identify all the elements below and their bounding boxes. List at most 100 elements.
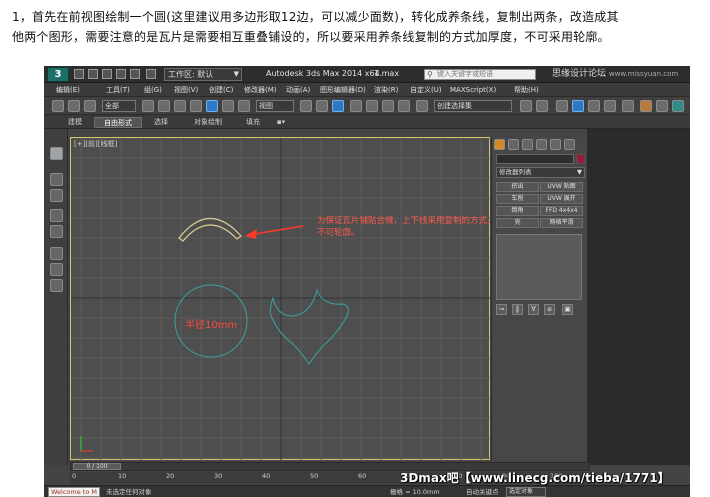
snap-toggle-icon[interactable] <box>350 100 362 112</box>
right-dark-area <box>587 129 690 465</box>
named-selection-select[interactable]: 创建选择集 <box>434 100 512 112</box>
motion-tab-icon[interactable] <box>536 139 547 150</box>
edit-named-selection-icon[interactable] <box>416 100 428 112</box>
menu-rendering[interactable]: 渲染(R) <box>374 84 398 96</box>
scene-explorer-icon[interactable] <box>50 263 63 276</box>
search-placeholder: 键入关键字或短语 <box>437 70 493 78</box>
region-select-icon[interactable] <box>174 100 186 112</box>
pivot-center-icon[interactable] <box>300 100 312 112</box>
object-color-swatch[interactable] <box>576 154 585 164</box>
schematic-view-icon[interactable] <box>604 100 616 112</box>
ribbon-options-icon[interactable]: ▪▾ <box>274 117 288 128</box>
workspace-select[interactable]: 工作区: 默认 ▼ <box>164 68 242 81</box>
tab-modeling[interactable]: 建模 <box>64 117 86 128</box>
menu-edit[interactable]: 编辑(E) <box>56 84 80 96</box>
select-move-icon[interactable] <box>206 100 218 112</box>
material-editor-icon[interactable] <box>622 100 634 112</box>
open-file-icon[interactable] <box>88 69 98 79</box>
ffd-button[interactable]: FFD 4x4x4 <box>540 206 583 216</box>
align-icon[interactable] <box>536 100 548 112</box>
keyboard-shortcut-icon[interactable] <box>332 100 344 112</box>
select-scale-icon[interactable] <box>238 100 250 112</box>
menu-graph-editors[interactable]: 图形编辑器(D) <box>320 84 366 96</box>
bind-space-warp-icon[interactable] <box>84 100 96 112</box>
layer-explorer-icon[interactable] <box>50 247 63 260</box>
select-object-icon[interactable] <box>142 100 154 112</box>
auto-key-label[interactable]: 自动关键点 <box>466 487 499 497</box>
uvw-unwrap-button[interactable]: UVW 展开 <box>540 194 583 204</box>
modify-tab-icon[interactable] <box>508 139 519 150</box>
tab-object-paint[interactable]: 对象绘制 <box>186 117 230 128</box>
modifier-stack-list[interactable] <box>496 234 582 300</box>
layer-manager-icon[interactable] <box>556 100 568 112</box>
make-unique-icon[interactable]: ∀ <box>528 304 539 315</box>
menu-help[interactable]: 帮助(H) <box>514 84 539 96</box>
brush-icon[interactable] <box>50 209 63 222</box>
render-production-icon[interactable] <box>672 100 684 112</box>
lathe-button[interactable]: 车削 <box>496 194 539 204</box>
percent-snap-icon[interactable] <box>382 100 394 112</box>
curve-editor-icon[interactable] <box>588 100 600 112</box>
create-tab-icon[interactable] <box>494 139 505 150</box>
menu-group[interactable]: 组(G) <box>144 84 162 96</box>
hierarchy-tab-icon[interactable] <box>522 139 533 150</box>
save-file-icon[interactable] <box>102 69 112 79</box>
maxscript-listener-input[interactable]: Welcome to M <box>48 487 100 497</box>
menu-modifiers[interactable]: 修改器(M) <box>244 84 277 96</box>
link-icon[interactable] <box>52 100 64 112</box>
grid-size-readout: 栅格 = 10.0mm <box>390 488 440 496</box>
tick-label: 20 <box>166 472 175 480</box>
undo-icon[interactable] <box>116 69 126 79</box>
time-slider-thumb[interactable]: 0 / 100 <box>73 463 121 470</box>
selection-filter-select[interactable]: 全部 <box>102 100 136 112</box>
configure-sets-icon[interactable]: ▣ <box>562 304 573 315</box>
window-crossing-icon[interactable] <box>190 100 202 112</box>
app-logo-icon[interactable]: 3 <box>47 67 69 82</box>
angle-snap-icon[interactable] <box>366 100 378 112</box>
tab-freeform[interactable]: 自由形式 <box>94 117 142 128</box>
graphite-toolbar-icon[interactable] <box>572 100 584 112</box>
shell-button[interactable]: 壳 <box>496 218 539 228</box>
viewport-layout-icon[interactable] <box>50 147 63 160</box>
magic-wand-icon[interactable] <box>50 225 63 238</box>
unlink-icon[interactable] <box>68 100 80 112</box>
select-manipulate-icon[interactable] <box>316 100 328 112</box>
modifier-list-select[interactable]: 修改器列表 ▼ <box>496 167 585 178</box>
mirror-icon[interactable] <box>520 100 532 112</box>
caption-line-1: 1，首先在前视图绘制一个圆(这里建议用多边形取12边，可以减少面数)，转化成养条… <box>12 10 619 24</box>
project-folder-icon[interactable] <box>146 69 156 79</box>
display-tab-icon[interactable] <box>550 139 561 150</box>
key-filter-select[interactable]: 选定对象 <box>506 487 546 497</box>
menu-maxscript[interactable]: MAXScript(X) <box>450 84 496 96</box>
utilities-tab-icon[interactable] <box>564 139 575 150</box>
menu-tools[interactable]: 工具(T) <box>106 84 130 96</box>
display-filter-icon[interactable] <box>50 279 63 292</box>
remove-modifier-icon[interactable]: ⌀ <box>544 304 555 315</box>
new-file-icon[interactable] <box>74 69 84 79</box>
search-input[interactable]: ⚲ 键入关键字或短语 <box>424 69 536 80</box>
reference-coordinate-select[interactable]: 视图 <box>256 100 294 112</box>
uvw-map-button[interactable]: UVW 贴图 <box>540 182 583 192</box>
rendered-frame-icon[interactable] <box>656 100 668 112</box>
select-by-name-icon[interactable] <box>158 100 170 112</box>
render-setup-icon[interactable] <box>640 100 652 112</box>
tab-populate[interactable]: 填充 <box>242 117 264 128</box>
front-viewport[interactable]: [+][前][线框] 为保证瓦片铺贴合缝，上下线采用复制的方式，不可轮廓。 半径… <box>70 137 496 461</box>
menu-customize[interactable]: 自定义(U) <box>410 84 442 96</box>
select-rotate-icon[interactable] <box>222 100 234 112</box>
menu-views[interactable]: 视图(V) <box>174 84 198 96</box>
sphere-icon[interactable] <box>50 173 63 186</box>
menu-animation[interactable]: 动画(A) <box>286 84 310 96</box>
pin-stack-icon[interactable]: ⊸ <box>496 304 507 315</box>
meshsmooth-button[interactable]: 网格平滑 <box>540 218 583 228</box>
shirt-icon[interactable] <box>50 189 63 202</box>
menu-create[interactable]: 创建(C) <box>209 84 233 96</box>
viewport-label[interactable]: [+][前][线框] <box>74 139 117 149</box>
redo-icon[interactable] <box>130 69 140 79</box>
object-name-field[interactable] <box>496 154 574 164</box>
spinner-snap-icon[interactable] <box>398 100 410 112</box>
tab-selection[interactable]: 选择 <box>148 117 174 128</box>
show-end-result-icon[interactable]: ‖ <box>512 304 523 315</box>
extrude-button[interactable]: 挤出 <box>496 182 539 192</box>
bevel-button[interactable]: 倒角 <box>496 206 539 216</box>
